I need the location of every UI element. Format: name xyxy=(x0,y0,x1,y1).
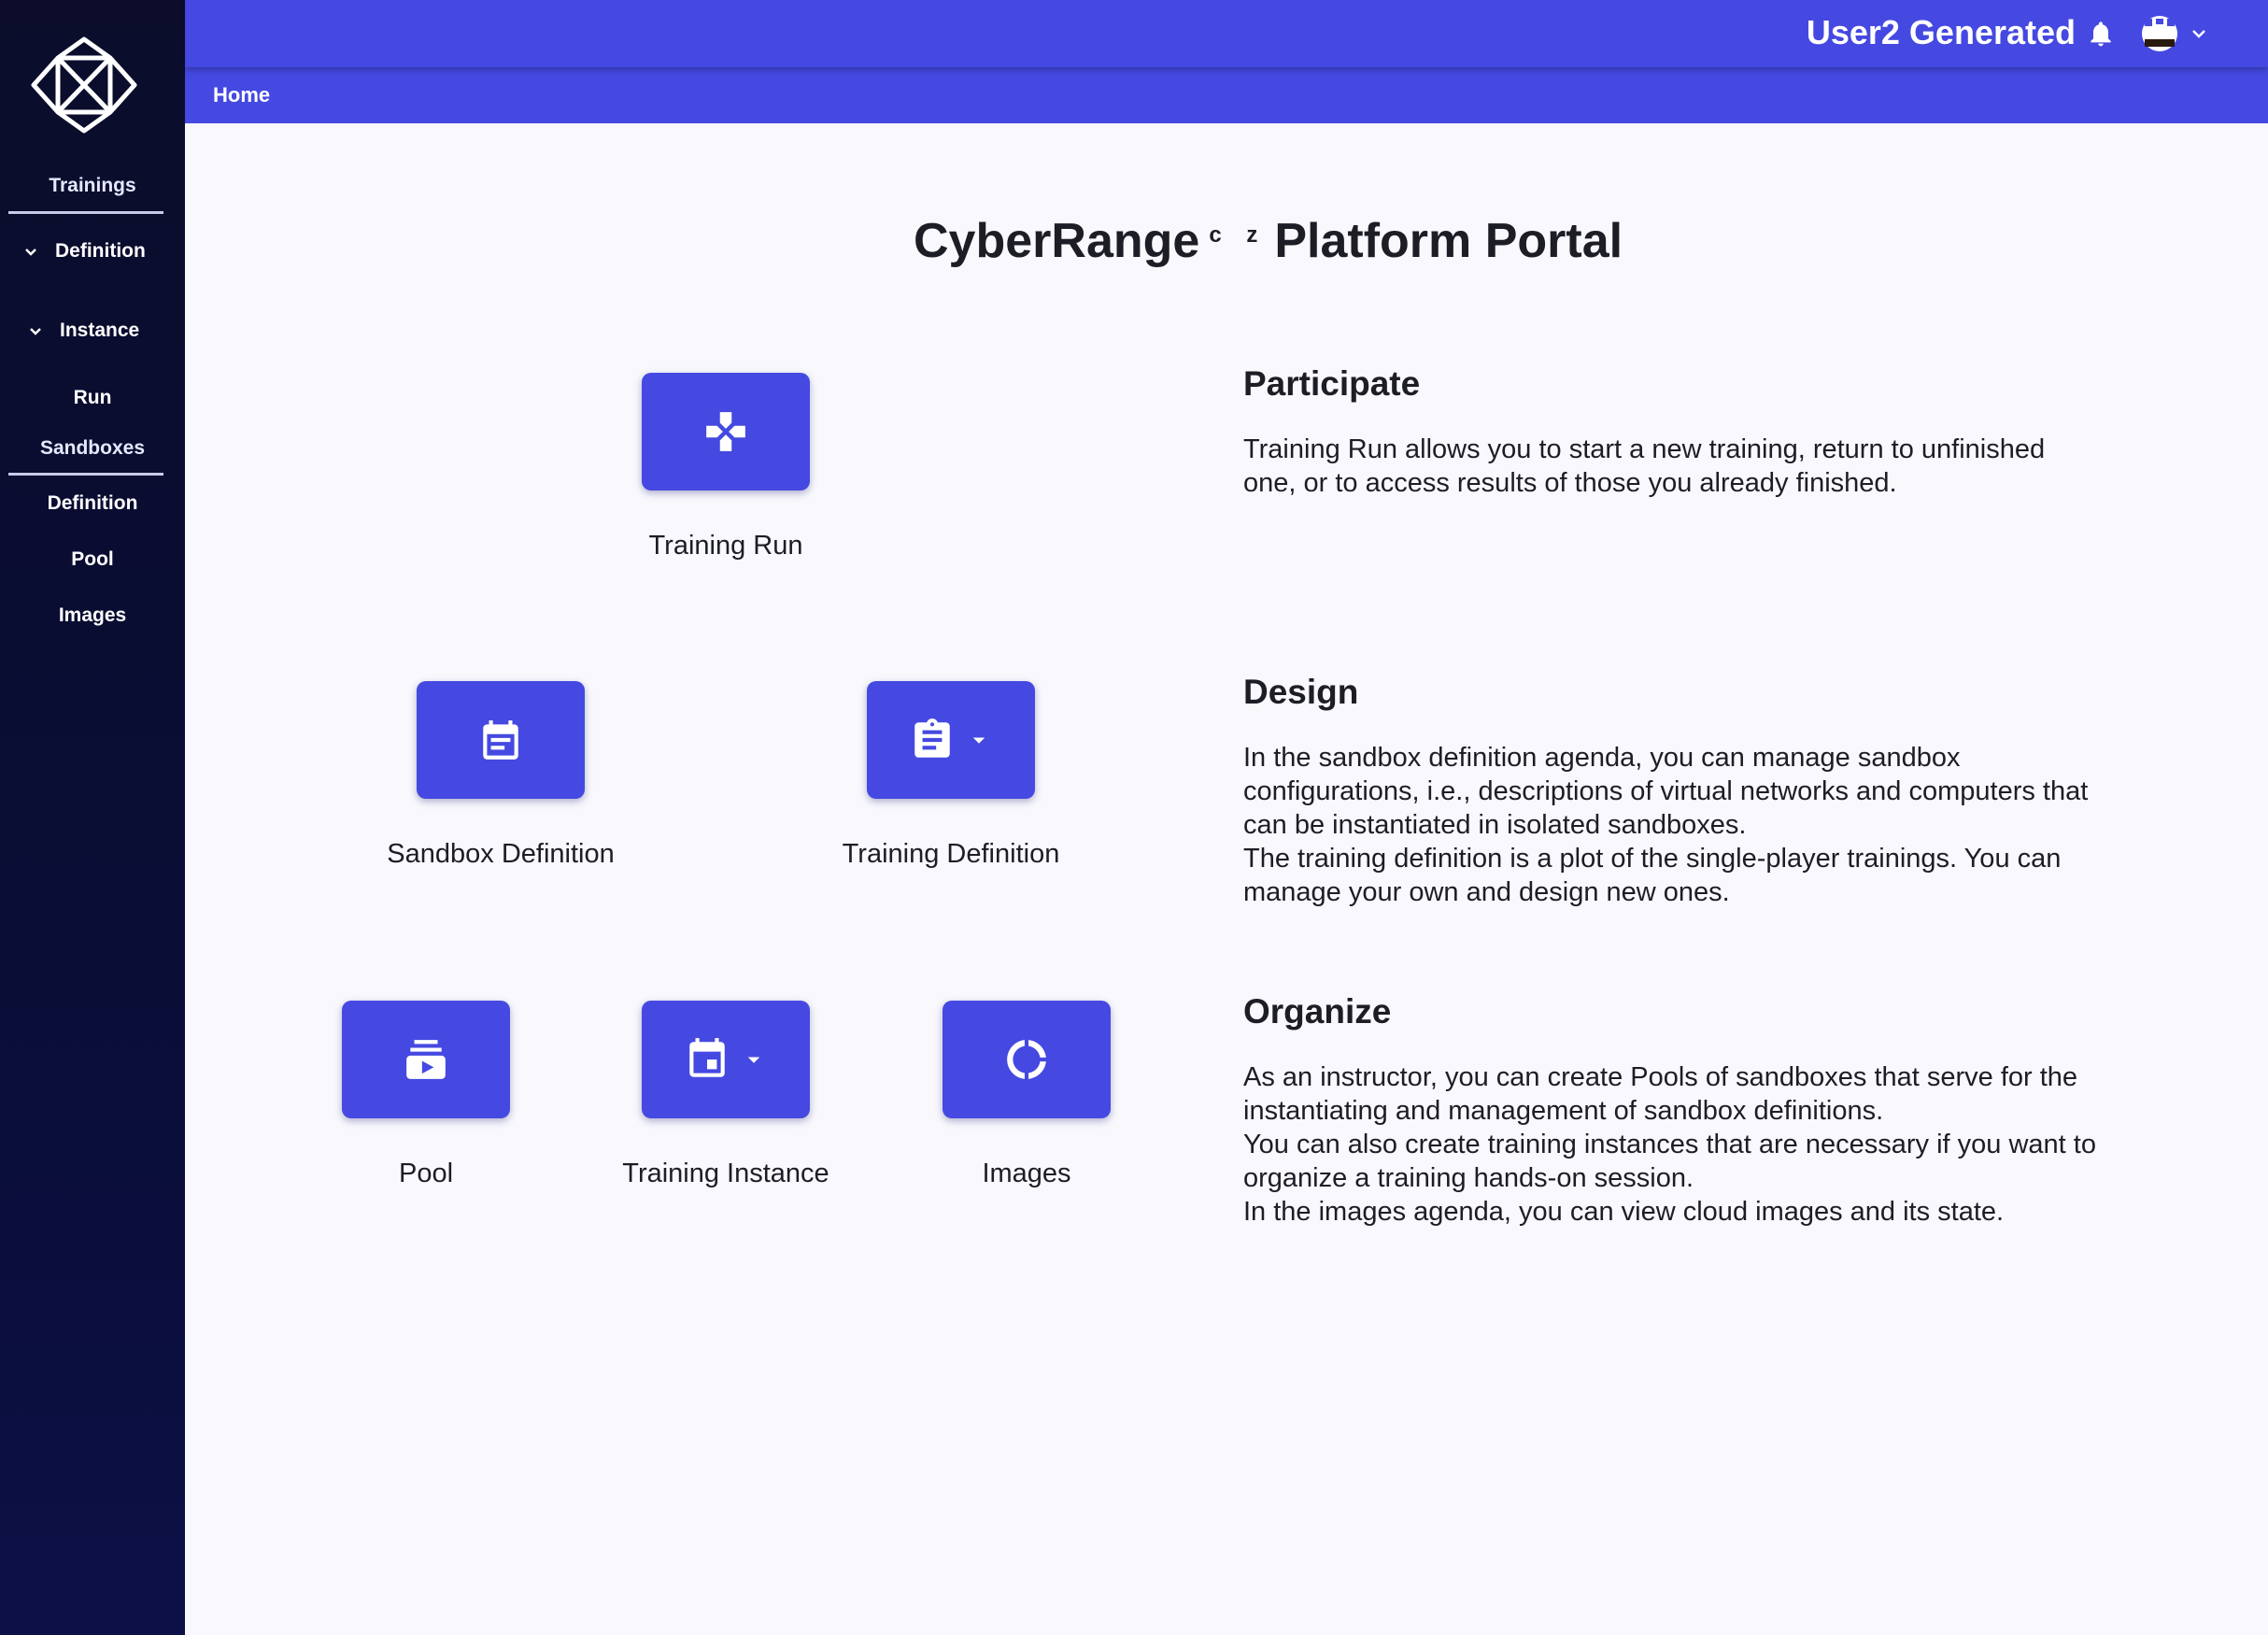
sidebar-item-sandbox-definition[interactable]: Definition xyxy=(0,492,185,515)
training-run-button[interactable] xyxy=(642,373,810,490)
clipboard-icon xyxy=(914,718,950,758)
design-text: In the sandbox definition agenda, you ca… xyxy=(1243,741,2177,909)
sidebar-item-label: Definition xyxy=(55,240,146,262)
dropdown-arrow-icon xyxy=(972,737,985,744)
text-line: You can also create training instances t… xyxy=(1243,1130,2096,1159)
images-button[interactable] xyxy=(943,1001,1111,1118)
subscriptions-icon xyxy=(406,1040,446,1079)
event-icon xyxy=(689,1038,725,1077)
text-line: manage your own and design new ones. xyxy=(1243,877,1730,907)
design-heading: Design xyxy=(1243,673,1359,711)
images-label: Images xyxy=(982,1159,1071,1188)
calendar-note-icon xyxy=(483,720,518,760)
avatar-icon[interactable] xyxy=(2141,15,2178,52)
organize-heading: Organize xyxy=(1243,992,1392,1031)
text-line: configurations, i.e., descriptions of vi… xyxy=(1243,776,2089,806)
gamepad-icon xyxy=(706,412,745,451)
training-definition-button[interactable] xyxy=(867,681,1035,799)
sandbox-definition-button[interactable] xyxy=(417,681,585,799)
text-line: Training Run allows you to start a new t… xyxy=(1243,434,2046,464)
sidebar-item-label: Instance xyxy=(60,320,140,341)
sidebar-item-images[interactable]: Images xyxy=(0,604,185,627)
text-line: one, or to access results of those you a… xyxy=(1243,468,1897,498)
text-line: In the sandbox definition agenda, you ca… xyxy=(1243,743,1961,773)
sidebar-item-run[interactable]: Run xyxy=(0,387,185,409)
text-line: As an instructor, you can create Pools o… xyxy=(1243,1062,2078,1092)
cyberrange-logo[interactable] xyxy=(30,36,138,135)
title-main: CyberRange xyxy=(914,214,1200,268)
text-line: instantiating and management of sandbox … xyxy=(1243,1096,1884,1126)
chevron-down-icon xyxy=(25,249,36,256)
donut-icon xyxy=(1007,1040,1046,1079)
breadcrumb-home[interactable]: Home xyxy=(213,83,270,107)
sandboxes-heading: Sandboxes xyxy=(39,437,146,459)
text-line: can be instantiated in isolated sandboxe… xyxy=(1243,810,1747,840)
training-instance-label: Training Instance xyxy=(622,1159,829,1188)
training-run-label: Training Run xyxy=(648,531,803,561)
title-suffix: Platform Portal xyxy=(1274,214,1623,268)
sandbox-definition-label: Sandbox Definition xyxy=(387,839,615,869)
dropdown-arrow-icon xyxy=(747,1057,760,1063)
chevron-down-icon[interactable] xyxy=(2186,21,2212,47)
sandboxes-divider xyxy=(8,473,163,476)
pool-label: Pool xyxy=(398,1159,454,1188)
training-definition-label: Training Definition xyxy=(842,839,1060,869)
title-superscript: c z xyxy=(1209,222,1268,248)
sidebar: Trainings Definition Instance Run Sandbo… xyxy=(0,0,185,1635)
bell-icon[interactable] xyxy=(2086,19,2116,49)
top-bar: User2 Generated xyxy=(185,0,2268,67)
training-instance-button[interactable] xyxy=(642,1001,810,1118)
pool-button[interactable] xyxy=(342,1001,510,1118)
text-line: In the images agenda, you can view cloud… xyxy=(1243,1197,2005,1227)
text-line: organize a training hands-on session. xyxy=(1243,1163,1694,1193)
chevron-down-icon xyxy=(30,328,41,335)
trainings-heading: Trainings xyxy=(49,175,136,196)
page-title: CyberRange c z Platform Portal xyxy=(914,213,1623,269)
breadcrumb: Home xyxy=(185,67,2268,123)
participate-text: Training Run allows you to start a new t… xyxy=(1243,433,2177,500)
sidebar-item-pool[interactable]: Pool xyxy=(0,548,185,571)
user-name: User2 Generated xyxy=(1806,13,2076,51)
organize-text: As an instructor, you can create Pools o… xyxy=(1243,1060,2177,1229)
participate-heading: Participate xyxy=(1243,364,1421,403)
text-line: The training definition is a plot of the… xyxy=(1243,844,2062,874)
trainings-divider xyxy=(8,211,163,214)
